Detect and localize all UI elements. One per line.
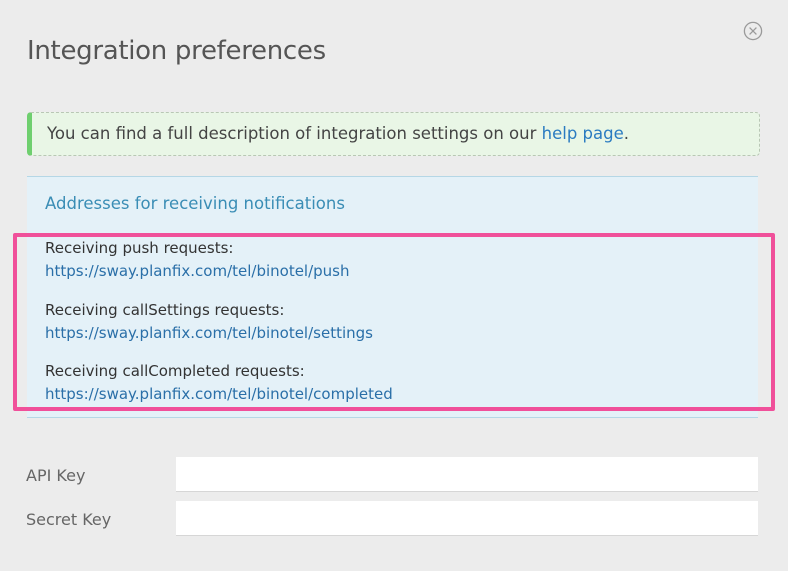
push-requests-label: Receiving push requests: [45,239,234,257]
push-requests-url[interactable]: https://sway.planfix.com/tel/binotel/pus… [45,262,350,280]
api-key-input[interactable] [176,457,758,492]
call-completed-requests-label: Receiving callCompleted requests: [45,362,305,380]
close-button[interactable] [743,21,763,41]
dialog-title: Integration preferences [27,36,326,66]
help-page-link[interactable]: help page [542,124,624,143]
call-completed-requests-url[interactable]: https://sway.planfix.com/tel/binotel/com… [45,385,393,403]
notification-addresses-heading: Addresses for receiving notifications [45,194,345,213]
info-text-end: . [623,124,629,143]
secret-key-label: Secret Key [26,510,112,529]
call-settings-requests-item: Receiving callSettings requests: https:/… [45,301,373,342]
call-completed-requests-item: Receiving callCompleted requests: https:… [45,362,393,403]
call-settings-requests-label: Receiving callSettings requests: [45,301,285,319]
push-requests-item: Receiving push requests: https://sway.pl… [45,239,350,280]
secret-key-row: Secret Key [26,501,758,536]
info-message: You can find a full description of integ… [27,112,760,156]
secret-key-input[interactable] [176,501,758,536]
call-settings-requests-url[interactable]: https://sway.planfix.com/tel/binotel/set… [45,324,373,342]
notification-addresses-panel: Addresses for receiving notifications Re… [27,176,758,418]
integration-preferences-dialog: Integration preferences You can find a f… [0,0,788,571]
api-key-row: API Key [26,457,758,492]
api-key-label: API Key [26,466,86,485]
info-text: You can find a full description of integ… [47,124,542,143]
close-circle-icon [743,21,763,41]
